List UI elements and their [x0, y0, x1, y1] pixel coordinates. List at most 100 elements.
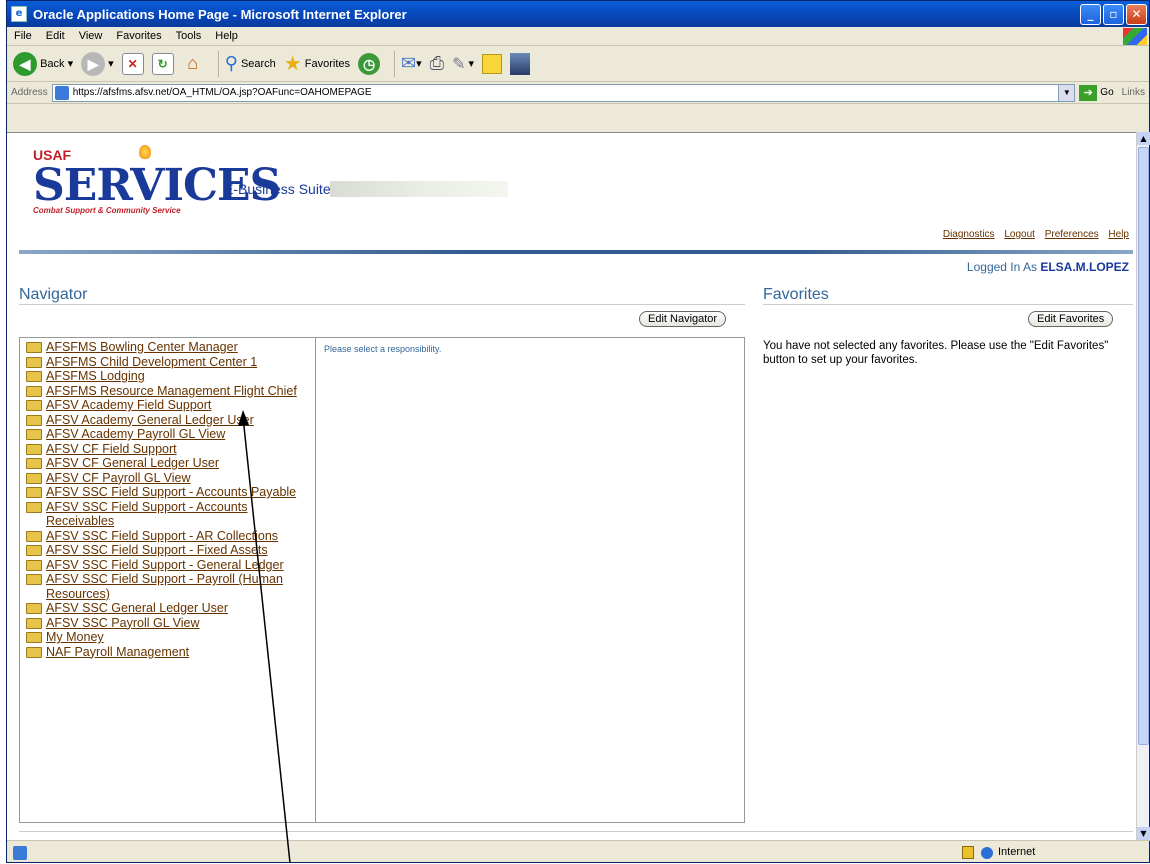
folder-icon: [26, 458, 42, 469]
navigator-panel: AFSFMS Bowling Center Manager AFSFMS Chil…: [19, 337, 745, 823]
forward-arrow-icon: ▶: [81, 51, 106, 76]
responsibility-item[interactable]: AFSV SSC Field Support - Accounts Receiv…: [26, 500, 315, 529]
responsibility-item[interactable]: AFSV Academy Field Support: [26, 398, 315, 413]
responsibility-item[interactable]: AFSV Academy General Ledger User: [26, 413, 315, 428]
edit-page-button[interactable]: ✎ ▾: [452, 54, 474, 74]
print-button[interactable]: ⎙: [430, 53, 444, 74]
forward-button[interactable]: ▶ ▾: [81, 51, 114, 76]
preferences-link[interactable]: Preferences: [1045, 229, 1099, 240]
responsibility-link[interactable]: AFSV SSC Field Support - AR Collections: [46, 529, 278, 544]
responsibility-item[interactable]: AFSV CF General Ledger User: [26, 456, 315, 471]
security-zone: Internet: [998, 846, 1036, 858]
responsibility-link[interactable]: AFSV CF Payroll GL View: [46, 471, 191, 486]
responsibility-item[interactable]: AFSV SSC General Ledger User: [26, 601, 315, 616]
responsibility-link[interactable]: My Money: [46, 630, 104, 645]
favorites-button[interactable]: ★ Favorites: [284, 51, 350, 76]
go-button[interactable]: ➔ Go: [1079, 84, 1114, 101]
close-button[interactable]: ✕: [1126, 3, 1147, 25]
edit-navigator-button[interactable]: Edit Navigator: [639, 311, 727, 327]
responsibility-item[interactable]: AFSV SSC Field Support - Fixed Assets: [26, 543, 315, 558]
mail-button[interactable]: ✉ ▾: [401, 53, 422, 74]
responsibility-item[interactable]: My Money: [26, 630, 315, 645]
diagnostics-link[interactable]: Diagnostics: [943, 229, 995, 240]
menu-edit[interactable]: Edit: [39, 30, 72, 42]
header-divider: [19, 250, 1133, 254]
responsibility-link[interactable]: AFSFMS Lodging: [46, 369, 145, 384]
scroll-down-icon[interactable]: ▼: [1137, 827, 1150, 840]
responsibility-item[interactable]: AFSV SSC Payroll GL View: [26, 616, 315, 631]
scroll-thumb[interactable]: [1138, 147, 1149, 745]
responsibility-link[interactable]: AFSV SSC Payroll GL View: [46, 616, 200, 631]
folder-icon: [26, 617, 42, 629]
menu-view[interactable]: View: [72, 30, 110, 42]
responsibility-link[interactable]: AFSV SSC Field Support - Accounts Payabl…: [46, 485, 296, 500]
refresh-button[interactable]: ↻: [151, 52, 174, 75]
scroll-up-icon[interactable]: ▲: [1137, 132, 1150, 145]
favorites-star-icon: ★: [283, 53, 302, 75]
stop-button[interactable]: ✕: [121, 52, 144, 75]
responsibility-link[interactable]: AFSV CF Field Support: [46, 442, 177, 457]
footer-divider: [19, 831, 1133, 832]
search-button[interactable]: ⚲ Search: [225, 53, 276, 74]
address-dropdown-icon[interactable]: ▼: [1058, 84, 1075, 101]
suite-banner-bar: [330, 181, 508, 197]
links-label[interactable]: Links: [1122, 87, 1145, 98]
responsibility-item[interactable]: AFSV CF Payroll GL View: [26, 471, 315, 486]
responsibility-item[interactable]: AFSV CF Field Support: [26, 442, 315, 457]
menu-help[interactable]: Help: [208, 30, 245, 42]
home-button[interactable]: ⌂: [182, 53, 204, 75]
messenger-button[interactable]: [510, 52, 531, 75]
responsibility-link[interactable]: AFSV SSC Field Support - General Ledger: [46, 558, 284, 573]
ie-logo-icon: e: [11, 6, 27, 22]
responsibility-item[interactable]: AFSV Academy Payroll GL View: [26, 427, 315, 442]
search-icon: ⚲: [224, 53, 238, 73]
back-button[interactable]: ◀ Back ▾: [13, 51, 73, 76]
messenger-icon: [510, 52, 531, 75]
responsibility-link[interactable]: AFSV SSC Field Support - Accounts Receiv…: [46, 500, 315, 529]
responsibility-item[interactable]: AFSV SSC Field Support - AR Collections: [26, 529, 315, 544]
responsibility-link[interactable]: AFSFMS Resource Management Flight Chief: [46, 384, 297, 399]
help-link[interactable]: Help: [1108, 229, 1129, 240]
responsibility-link[interactable]: AFSV Academy Field Support: [46, 398, 211, 413]
responsibility-link[interactable]: NAF Payroll Management: [46, 645, 189, 660]
responsibility-link[interactable]: AFSV SSC Field Support - Payroll (Human …: [46, 572, 315, 601]
responsibility-item[interactable]: AFSV SSC Field Support - Payroll (Human …: [26, 572, 315, 601]
favorites-message: You have not selected any favorites. Ple…: [763, 340, 1109, 366]
history-button[interactable]: ◷: [358, 52, 381, 75]
menu-tools[interactable]: Tools: [169, 30, 209, 42]
browser-window: e Oracle Applications Home Page - Micros…: [6, 0, 1150, 863]
address-input[interactable]: https://afsfms.afsv.net/OA_HTML/OA.jsp?O…: [51, 83, 1076, 102]
responsibility-link[interactable]: AFSV Academy Payroll GL View: [46, 427, 225, 442]
edit-favorites-button[interactable]: Edit Favorites: [1028, 311, 1114, 327]
logout-link[interactable]: Logout: [1004, 229, 1035, 240]
folder-icon: [26, 530, 42, 542]
responsibility-link[interactable]: AFSV SSC Field Support - Fixed Assets: [46, 543, 268, 558]
responsibility-link[interactable]: AFSV SSC General Ledger User: [46, 601, 228, 616]
responsibility-item[interactable]: AFSFMS Lodging: [26, 369, 315, 384]
menu-favorites[interactable]: Favorites: [109, 30, 168, 42]
minimize-button[interactable]: _: [1080, 3, 1101, 25]
maximize-button[interactable]: ▫: [1103, 3, 1124, 25]
folder-icon: [26, 501, 42, 513]
responsibility-item[interactable]: AFSFMS Bowling Center Manager: [26, 340, 315, 355]
address-url: https://afsfms.afsv.net/OA_HTML/OA.jsp?O…: [72, 87, 372, 98]
responsibility-link[interactable]: AFSV Academy General Ledger User: [46, 413, 254, 428]
responsibility-link[interactable]: AFSFMS Bowling Center Manager: [46, 340, 238, 355]
page-content: USAF SERVICES Combat Support & Community…: [7, 132, 1137, 840]
favorites-heading: Favorites: [763, 286, 1133, 305]
notes-button[interactable]: [482, 53, 503, 74]
responsibility-link[interactable]: AFSFMS Child Development Center 1: [46, 355, 257, 370]
responsibility-item[interactable]: AFSV SSC Field Support - Accounts Payabl…: [26, 485, 315, 500]
vertical-scrollbar[interactable]: ▲ ▼: [1136, 132, 1150, 840]
responsibility-item[interactable]: NAF Payroll Management: [26, 645, 315, 660]
notes-icon: [482, 53, 503, 74]
lock-icon: [962, 846, 974, 859]
print-icon: ⎙: [429, 53, 445, 73]
suite-title: E-Business Suite: [224, 181, 331, 197]
responsibility-item[interactable]: AFSFMS Resource Management Flight Chief: [26, 384, 315, 399]
menu-file[interactable]: File: [7, 30, 39, 42]
responsibility-item[interactable]: AFSFMS Child Development Center 1: [26, 355, 315, 370]
responsibility-item[interactable]: AFSV SSC Field Support - General Ledger: [26, 558, 315, 573]
folder-icon: [26, 385, 42, 397]
responsibility-link[interactable]: AFSV CF General Ledger User: [46, 456, 219, 471]
